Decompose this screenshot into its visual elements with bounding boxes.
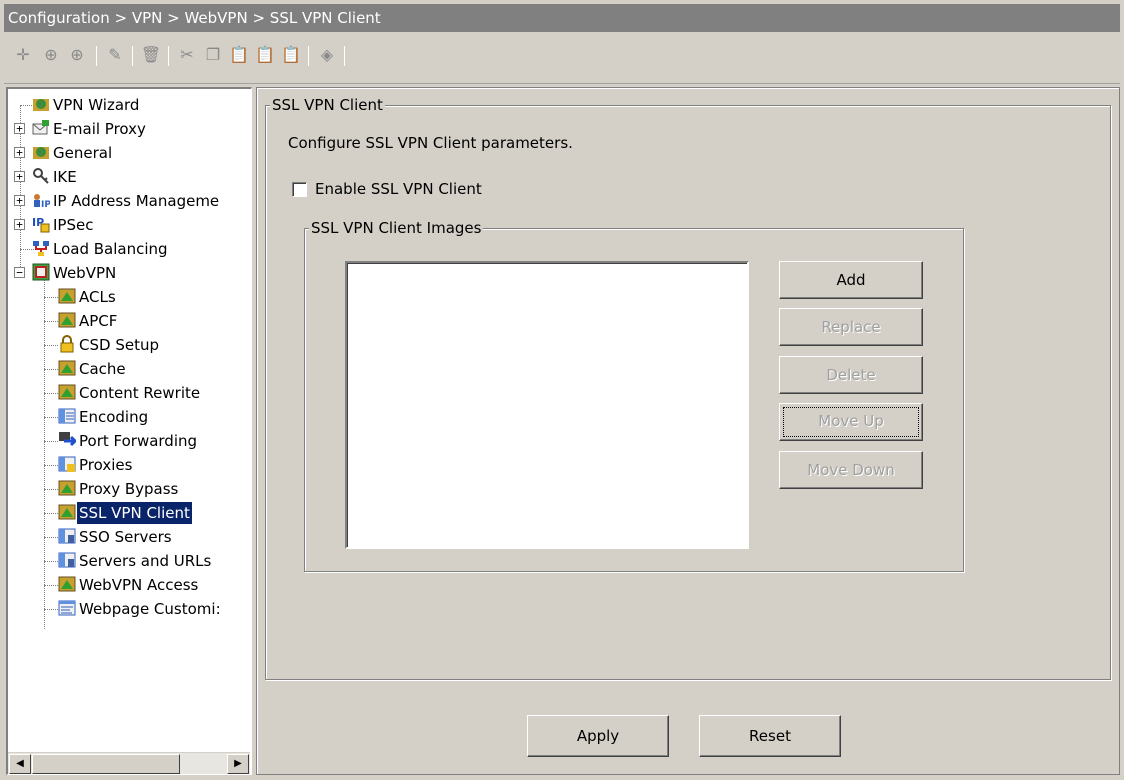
- delete-icon[interactable]: 🗑: [140, 44, 162, 66]
- enable-ssl-vpn-client-row[interactable]: Enable SSL VPN Client: [292, 180, 482, 198]
- edit-icon[interactable]: ✎: [104, 44, 126, 66]
- enable-ssl-vpn-client-checkbox[interactable]: [292, 181, 307, 197]
- expand-icon[interactable]: +: [14, 147, 25, 158]
- paste-insert-icon[interactable]: 📋: [254, 44, 276, 66]
- port-forward-icon: [58, 431, 79, 449]
- config-item-icon: [58, 359, 76, 377]
- tree-guide-line: [44, 279, 45, 629]
- add-icon[interactable]: ✛: [12, 44, 34, 66]
- ssl-vpn-client-images-group: SSL VPN Client Images Add Replace Delete…: [304, 219, 964, 572]
- table-icon: [58, 527, 76, 545]
- images-group-title: SSL VPN Client Images: [309, 219, 484, 237]
- email-icon: [32, 119, 50, 137]
- tree-horizontal-scrollbar[interactable]: ◀ ▶: [8, 752, 250, 774]
- toolbar-separator: [344, 46, 345, 66]
- toolbar-separator: [132, 46, 133, 66]
- table-icon: [58, 551, 76, 569]
- toolbar-separator: [96, 46, 97, 66]
- lock-icon: [58, 335, 76, 353]
- content-panel: SSL VPN Client Configure SSL VPN Client …: [256, 87, 1120, 775]
- breadcrumb: Configuration > VPN > WebVPN > SSL VPN C…: [4, 4, 1120, 32]
- insert-after-icon[interactable]: ⊕: [66, 44, 88, 66]
- wizard-icon: [32, 95, 50, 113]
- scrollbar-thumb[interactable]: [32, 754, 180, 774]
- expand-icon[interactable]: +: [14, 219, 25, 230]
- config-item-icon: [58, 503, 76, 521]
- config-item-icon: [58, 479, 76, 497]
- toolbar: ✛ ⊕ ⊕ ✎ 🗑 ✂ ❐ 📋 📋 📋 ◈: [4, 34, 1120, 84]
- ssl-vpn-client-group: SSL VPN Client Configure SSL VPN Client …: [265, 96, 1111, 680]
- ip-address-icon: IP: [32, 191, 51, 210]
- cut-icon[interactable]: ✂: [176, 44, 198, 66]
- copy-icon[interactable]: ❐: [202, 44, 224, 66]
- webvpn-icon: [32, 263, 50, 281]
- find-icon[interactable]: ◈: [316, 44, 338, 66]
- config-item-icon: [58, 311, 76, 329]
- config-item-icon: [58, 383, 76, 401]
- svg-text:IP: IP: [41, 200, 50, 209]
- scroll-right-icon[interactable]: ▶: [227, 754, 249, 774]
- general-icon: [32, 143, 50, 161]
- insert-icon[interactable]: ⊕: [40, 44, 62, 66]
- replace-button[interactable]: Replace: [779, 308, 923, 346]
- add-button[interactable]: Add: [779, 261, 923, 299]
- expand-icon[interactable]: +: [14, 123, 25, 134]
- move-up-button[interactable]: Move Up: [779, 403, 923, 441]
- navigation-tree[interactable]: VPN Wizard + E-mail Proxy + General + IK…: [6, 87, 252, 775]
- enable-ssl-vpn-client-label: Enable SSL VPN Client: [315, 180, 482, 198]
- table-icon: [58, 407, 76, 425]
- delete-button[interactable]: Delete: [779, 356, 923, 394]
- config-item-icon: [58, 287, 76, 305]
- client-images-list[interactable]: [345, 261, 749, 549]
- apply-button[interactable]: Apply: [527, 715, 669, 757]
- expand-icon[interactable]: +: [14, 195, 25, 206]
- webpage-icon: [58, 599, 76, 617]
- key-icon: [32, 167, 50, 185]
- move-up-label: Move Up: [783, 407, 919, 437]
- group-title: SSL VPN Client: [270, 96, 385, 114]
- toolbar-separator: [308, 46, 309, 66]
- paste-after-icon[interactable]: 📋: [280, 44, 302, 66]
- config-item-icon: [58, 575, 76, 593]
- page-description: Configure SSL VPN Client parameters.: [288, 134, 573, 152]
- move-down-button[interactable]: Move Down: [779, 451, 923, 489]
- paste-icon[interactable]: 📋: [228, 44, 250, 66]
- reset-button[interactable]: Reset: [699, 715, 841, 757]
- scroll-left-icon[interactable]: ◀: [9, 754, 31, 774]
- ipsec-icon: IP: [32, 215, 50, 233]
- expand-icon[interactable]: +: [14, 171, 25, 182]
- table-icon: [58, 455, 76, 473]
- collapse-icon[interactable]: −: [14, 267, 25, 278]
- toolbar-separator: [168, 46, 169, 66]
- network-icon: [32, 239, 50, 257]
